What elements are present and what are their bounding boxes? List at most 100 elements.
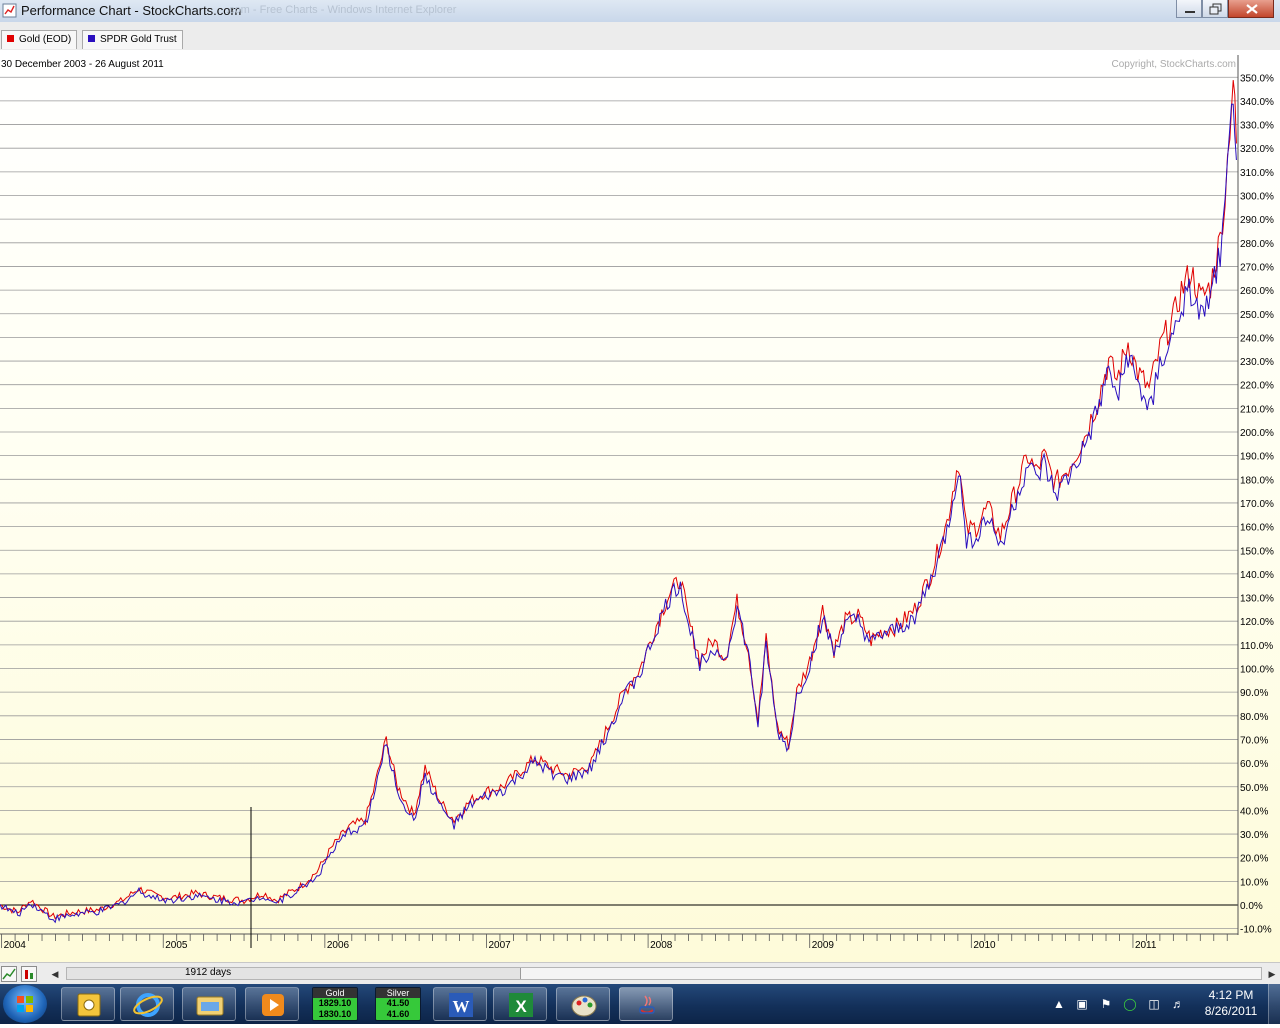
series-line (0, 103, 1237, 924)
taskbar-app-explorer[interactable] (182, 987, 236, 1021)
taskbar-app-paint[interactable] (556, 987, 610, 1021)
network-icon[interactable]: ◫ (1146, 996, 1162, 1012)
x-tick-label: 2004 (4, 940, 27, 951)
x-tick-label: 2005 (165, 940, 188, 951)
silver-gadget-bid: 41.50 (376, 998, 420, 1009)
scroll-thumb[interactable] (67, 968, 521, 979)
y-tick-label: 230.0% (1240, 357, 1274, 368)
legend-item-gold[interactable]: Gold (EOD) (1, 30, 78, 49)
clock-date: 8/26/2011 (1204, 1004, 1258, 1018)
y-tick-label: 190.0% (1240, 452, 1274, 463)
y-tick-label: 180.0% (1240, 475, 1274, 486)
gold-gadget-name: Gold (313, 988, 357, 998)
window-title-bar: Performance Chart - StockCharts.com .com… (0, 0, 1280, 23)
series-line (0, 80, 1237, 920)
y-tick-label: 250.0% (1240, 310, 1274, 321)
y-tick-label: 60.0% (1240, 759, 1268, 770)
tray-status-icon[interactable]: ◯ (1122, 996, 1138, 1012)
java-icon (639, 995, 655, 1014)
media-player-icon (262, 994, 284, 1016)
performance-chart[interactable]: 350.0% 340.0% 330.0% 320.0% 310.0% 300.0% 290.… (0, 50, 1280, 962)
scroll-left-arrow[interactable]: ◀ (48, 966, 62, 982)
close-icon (1246, 4, 1258, 14)
volume-icon[interactable]: ♬ (1170, 996, 1186, 1012)
silver-gadget-ask: 41.60 (376, 1009, 420, 1020)
calendar-app-icon (77, 993, 101, 1017)
line-chart-icon (2, 968, 16, 980)
taskbar-app-excel[interactable]: X (493, 987, 547, 1021)
x-tick-label: 2007 (488, 940, 511, 951)
start-button[interactable] (3, 985, 47, 1023)
maximize-button[interactable] (1202, 0, 1228, 18)
window-title: Performance Chart - StockCharts.com (21, 3, 242, 18)
minimize-icon (1185, 11, 1195, 13)
y-tick-label: 340.0% (1240, 97, 1274, 108)
y-tick-label: 20.0% (1240, 854, 1268, 865)
y-tick-label: 110.0% (1240, 641, 1273, 652)
x-tick-label: 2008 (650, 940, 673, 951)
gold-gadget-bid: 1829.10 (313, 998, 357, 1009)
close-button[interactable] (1228, 0, 1274, 18)
y-tick-label: 90.0% (1240, 688, 1268, 699)
y-tick-label: 160.0% (1240, 523, 1274, 534)
excel-icon: X (509, 993, 533, 1017)
y-tick-label: 220.0% (1240, 381, 1274, 392)
taskbar: Gold 1829.10 1830.10 Silver 41.50 41.60 … (0, 984, 1280, 1024)
y-tick-label: 120.0% (1240, 617, 1274, 628)
y-tick-label: 260.0% (1240, 286, 1274, 297)
days-label: 1912 days (185, 967, 232, 978)
y-tick-label: 40.0% (1240, 806, 1268, 817)
y-tick-label: 70.0% (1240, 735, 1268, 746)
x-tick-label: 2006 (327, 940, 350, 951)
taskbar-app-media-player[interactable] (245, 987, 299, 1021)
scroll-track[interactable] (66, 967, 1262, 980)
window-title-faded: .com - Free Charts - Windows Internet Ex… (226, 4, 457, 16)
y-tick-label: 10.0% (1240, 877, 1268, 888)
scroll-right-arrow[interactable]: ▶ (1265, 966, 1279, 982)
clock-time: 4:12 PM (1208, 988, 1254, 1002)
minimize-button[interactable] (1176, 0, 1202, 18)
legend-bar: Gold (EOD) SPDR Gold Trust (0, 22, 1280, 51)
line-chart-tool-button[interactable] (1, 966, 17, 982)
gold-price-gadget[interactable]: Gold 1829.10 1830.10 (312, 987, 358, 1021)
y-tick-label: 100.0% (1240, 665, 1274, 676)
y-tick-label: 50.0% (1240, 783, 1268, 794)
gold-gadget-ask: 1830.10 (313, 1009, 357, 1020)
legend-item-spdr[interactable]: SPDR Gold Trust (82, 30, 183, 49)
legend-label-spdr: SPDR Gold Trust (100, 34, 177, 45)
y-tick-label: 240.0% (1240, 333, 1274, 344)
taskbar-app-ie[interactable] (120, 987, 174, 1021)
restore-icon (1209, 3, 1222, 15)
taskbar-app-java[interactable] (619, 987, 673, 1021)
chart-canvas: 350.0% 340.0% 330.0% 320.0% 310.0% 300.0% 290.… (0, 55, 1274, 951)
y-tick-label: 330.0% (1240, 121, 1274, 132)
silver-price-gadget[interactable]: Silver 41.50 41.60 (375, 987, 421, 1021)
y-tick-label: 320.0% (1240, 144, 1274, 155)
windows-logo-icon (17, 996, 33, 1012)
tray-app-icon[interactable]: ▣ (1074, 996, 1090, 1012)
y-tick-label: 140.0% (1240, 570, 1274, 581)
legend-swatch-gold (7, 35, 14, 42)
bar-chart-tool-button[interactable] (21, 966, 37, 982)
folder-icon (196, 996, 224, 1016)
taskbar-clock[interactable]: 4:12 PM 8/26/2011 (1196, 988, 1266, 1020)
system-tray: ▲ ▣ ⚑ ◯ ◫ ♬ (1048, 984, 1208, 1024)
show-hidden-icons-icon[interactable]: ▲ (1051, 996, 1067, 1012)
y-tick-label: 290.0% (1240, 215, 1274, 226)
y-tick-label: -10.0% (1240, 925, 1272, 936)
date-range-label: 30 December 2003 - 26 August 2011 (1, 59, 164, 70)
chart-scroll-strip: ◀ 1912 days ▶ (0, 962, 1280, 985)
copyright-label: Copyright, StockCharts.com (1111, 59, 1237, 70)
svg-text:W: W (453, 997, 470, 1016)
word-icon: W (449, 993, 473, 1017)
x-tick-label: 2010 (973, 940, 996, 951)
svg-text:X: X (515, 997, 527, 1016)
show-desktop-button[interactable] (1268, 984, 1280, 1024)
taskbar-app-outlook[interactable] (61, 987, 115, 1021)
y-tick-label: 170.0% (1240, 499, 1274, 510)
taskbar-app-word[interactable]: W (433, 987, 487, 1021)
action-center-flag-icon[interactable]: ⚑ (1098, 996, 1114, 1012)
y-tick-label: 130.0% (1240, 594, 1274, 605)
x-tick-label: 2009 (812, 940, 835, 951)
y-tick-label: 80.0% (1240, 712, 1268, 723)
